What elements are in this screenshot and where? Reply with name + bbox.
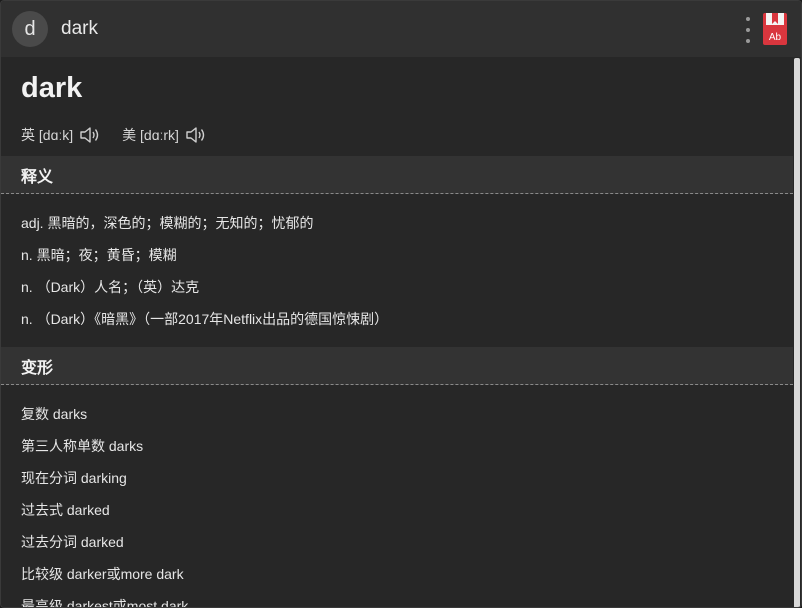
word-form-item: 过去分词 darked bbox=[21, 534, 124, 550]
search-query[interactable]: dark bbox=[61, 18, 98, 40]
scrollbar[interactable] bbox=[794, 58, 800, 607]
word-form-item: 过去式 darked bbox=[21, 502, 110, 518]
word-form-item: 比较级 darker或more dark bbox=[21, 566, 184, 582]
speaker-icon[interactable] bbox=[78, 124, 100, 146]
phonetic-us: 美 [dɑːrk] bbox=[122, 124, 206, 146]
phonetics-row: 英 [dɑːk] 美 [dɑːrk] bbox=[21, 124, 228, 146]
definition-item: adj. 黑暗的，深色的；模糊的；无知的；忧郁的 bbox=[21, 215, 314, 231]
headword: dark bbox=[21, 72, 83, 104]
more-options-icon[interactable] bbox=[739, 17, 757, 43]
svg-text:Ab: Ab bbox=[769, 32, 782, 43]
definitions-list: adj. 黑暗的，深色的；模糊的；无知的；忧郁的 n. 黑暗；夜；黄昏；模糊 n… bbox=[21, 207, 388, 335]
definition-item: n. 黑暗；夜；黄昏；模糊 bbox=[21, 247, 177, 263]
word-form-item: 最高级 darkest或most dark bbox=[21, 598, 189, 607]
word-form-item: 复数 darks bbox=[21, 406, 88, 422]
avatar[interactable]: d bbox=[12, 11, 48, 47]
word-forms-list: 复数 darks 第三人称单数 darks 现在分词 darking 过去式 d… bbox=[21, 398, 188, 607]
definition-item: n. （Dark）人名；（英）达克 bbox=[21, 279, 200, 295]
section-forms-header: 变形 bbox=[1, 347, 793, 385]
dictionary-app-icon[interactable]: Ab bbox=[763, 13, 787, 45]
word-form-item: 第三人称单数 darks bbox=[21, 438, 144, 454]
section-definitions-header: 释义 bbox=[1, 156, 793, 194]
speaker-icon[interactable] bbox=[184, 124, 206, 146]
dictionary-window: d dark Ab dark 英 [dɑːk] 美 [dɑːrk] 释义 adj… bbox=[0, 0, 802, 608]
scrollbar-thumb[interactable] bbox=[794, 58, 800, 607]
definition-item: n. （Dark）《暗黑》（一部2017年Netflix出品的德国惊悚剧） bbox=[21, 311, 389, 327]
word-form-item: 现在分词 darking bbox=[21, 470, 127, 486]
entry-content: dark 英 [dɑːk] 美 [dɑːrk] 释义 adj. 黑暗的，深色的；… bbox=[1, 58, 793, 607]
top-bar: d dark Ab bbox=[1, 1, 801, 57]
phonetic-us-label: 美 [dɑːrk] bbox=[122, 127, 179, 143]
phonetic-uk: 英 [dɑːk] bbox=[21, 124, 100, 146]
phonetic-uk-label: 英 [dɑːk] bbox=[21, 127, 74, 143]
